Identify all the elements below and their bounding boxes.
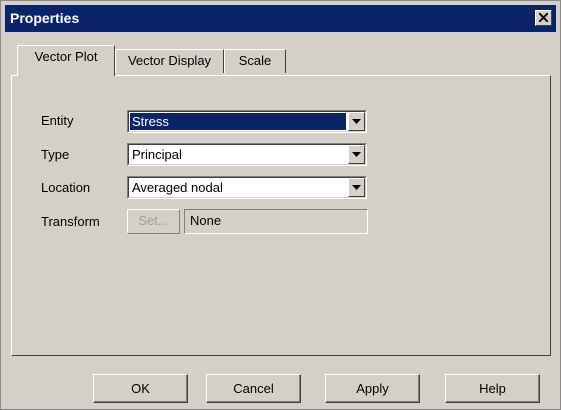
tab-scale[interactable]: Scale — [224, 49, 286, 73]
title-bar[interactable]: Properties — [5, 5, 556, 32]
location-select[interactable]: Averaged nodal — [127, 176, 367, 199]
ok-button[interactable]: OK — [93, 374, 188, 403]
type-label: Type — [41, 147, 70, 162]
properties-dialog: Properties Vector Plot Vector Display Sc… — [0, 0, 561, 410]
chevron-down-icon — [352, 152, 361, 157]
tab-vector-plot[interactable]: Vector Plot — [17, 45, 115, 76]
entity-dropdown-button[interactable] — [348, 112, 365, 131]
transform-value-field: None — [184, 209, 368, 234]
set-button[interactable]: Set... — [127, 209, 180, 234]
type-select[interactable]: Principal — [127, 143, 367, 166]
window-title: Properties — [10, 10, 80, 26]
location-label: Location — [41, 180, 91, 195]
entity-value: Stress — [130, 113, 346, 130]
chevron-down-icon — [352, 185, 361, 190]
tab-label: Scale — [238, 53, 272, 68]
help-button[interactable]: Help — [445, 374, 540, 403]
close-icon — [539, 13, 548, 22]
cancel-button[interactable]: Cancel — [206, 374, 301, 403]
transform-label: Transform — [41, 214, 100, 229]
apply-button[interactable]: Apply — [325, 374, 420, 403]
type-value: Principal — [132, 147, 182, 162]
location-dropdown-button[interactable] — [348, 178, 365, 197]
type-dropdown-button[interactable] — [348, 145, 365, 164]
tab-label: Vector Plot — [34, 49, 98, 64]
entity-label: Entity — [41, 113, 74, 128]
chevron-down-icon — [352, 119, 361, 124]
location-value: Averaged nodal — [132, 180, 223, 195]
tab-vector-display[interactable]: Vector Display — [115, 49, 224, 73]
tab-label: Vector Display — [127, 53, 212, 68]
entity-select[interactable]: Stress — [127, 110, 367, 133]
close-button[interactable] — [535, 10, 552, 26]
